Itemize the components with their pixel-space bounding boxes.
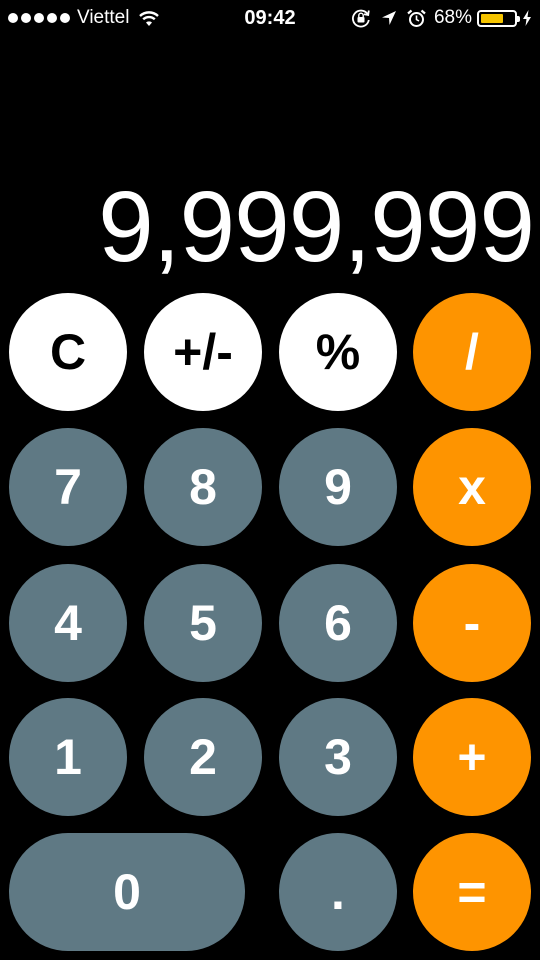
- clear-button[interactable]: C: [9, 293, 127, 411]
- multiply-button[interactable]: x: [413, 428, 531, 546]
- digit-4-button[interactable]: 4: [9, 564, 127, 682]
- add-button[interactable]: +: [413, 698, 531, 816]
- status-right: 68%: [351, 6, 532, 30]
- charging-bolt-icon: [523, 10, 531, 26]
- location-arrow-icon: [381, 11, 396, 25]
- digit-7-button[interactable]: 7: [9, 428, 127, 546]
- digit-1-button[interactable]: 1: [9, 698, 127, 816]
- equals-button[interactable]: =: [413, 833, 531, 951]
- status-bar: Viettel 09:42 68%: [0, 0, 540, 36]
- alarm-clock-icon: [407, 9, 426, 27]
- digit-9-button[interactable]: 9: [279, 428, 397, 546]
- battery-percentage: 68%: [433, 7, 472, 28]
- digit-6-button[interactable]: 6: [279, 564, 397, 682]
- battery-icon: [477, 9, 520, 27]
- subtract-button[interactable]: -: [413, 564, 531, 682]
- decimal-button[interactable]: .: [279, 833, 397, 951]
- digit-8-button[interactable]: 8: [144, 428, 262, 546]
- battery-level-fill: [481, 13, 503, 23]
- digit-2-button[interactable]: 2: [144, 698, 262, 816]
- sign-toggle-button[interactable]: +/-: [144, 293, 262, 411]
- divide-button[interactable]: /: [413, 293, 531, 411]
- rotation-lock-icon: [352, 9, 370, 28]
- digit-3-button[interactable]: 3: [279, 698, 397, 816]
- percent-button[interactable]: %: [279, 293, 397, 411]
- digit-0-button[interactable]: 0: [9, 833, 245, 951]
- calculator-display: 9,999,999: [98, 171, 535, 283]
- digit-5-button[interactable]: 5: [144, 564, 262, 682]
